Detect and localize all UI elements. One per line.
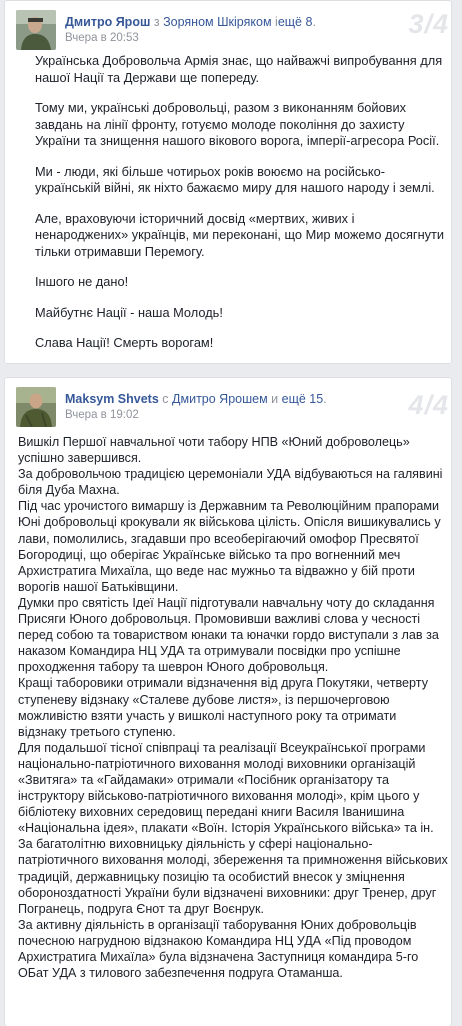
author-name[interactable]: Дмитро Ярош [65,15,150,29]
post-paragraph: За багатолітню виховницьку діяльність у … [18,837,448,916]
post-timestamp[interactable]: Вчера в 19:02 [65,409,139,421]
author-name[interactable]: Maksym Shvets [65,392,159,406]
post-header: Дмитро Ярош з Зоряном Шкiряком іещё 8. В… [5,1,451,50]
post-paragraph: За активну діяльність в організації табо… [18,917,419,981]
with-word: с [162,392,169,406]
post-paragraph: Ми - люди, які більше чотирьох років вою… [35,163,435,196]
tagged-others-link[interactable]: ещё 15 [282,392,324,406]
post-paragraph: Вишкіл Першої навчальної чоти табору НПВ… [18,435,410,466]
post-card: Дмитро Ярош з Зоряном Шкiряком іещё 8. В… [4,0,452,364]
post-card: Maksym Shvets с Дмитро Ярошем и ещё 15. … [4,377,452,1026]
post-paragraph: Але, враховуючи історичний досвід «мертв… [35,210,445,259]
page-counter-watermark: 3/4 [408,9,449,39]
post-paragraph: Українська Добровольча Армія знає, що на… [35,53,443,85]
page-counter-watermark: 4/4 [408,390,449,420]
post-header-line: Maksym Shvets с Дмитро Ярошем и ещё 15. [65,392,327,406]
tagged-person-link[interactable]: Зоряном Шкiряком [163,15,271,29]
post-text: Вишкіл Першої навчальної чоти табору НПВ… [18,434,448,981]
author-avatar[interactable] [16,10,56,50]
post-text: Українська Добровольча Армія знає, що на… [35,53,447,366]
with-word: з [153,15,160,29]
post-paragraph: Під час урочистого вимаршу із Державним … [18,499,441,594]
tagged-person-link[interactable]: Дмитро Ярошем [172,392,268,406]
post-paragraph: Майбутнє Нації - наша Молодь! [35,304,223,320]
post-paragraph: Кращі таборовики отримали відзначення ві… [18,676,428,739]
post-paragraph: Думки про святість Ідеї Нації підготувал… [18,595,439,675]
post-paragraph: Тому ми, українські добровольці, разом з… [35,100,440,148]
author-avatar[interactable] [16,387,56,427]
post-paragraph: Слава Нації! Смерть ворогам! [35,335,214,350]
tagged-others-link[interactable]: ещё 8 [278,15,313,29]
post-paragraph: Для подальшої тісної співпраці та реаліз… [18,740,434,836]
post-paragraph: Іншого не дано! [35,274,129,289]
post-header-line: Дмитро Ярош з Зоряном Шкiряком іещё 8. [65,15,316,29]
post-paragraph: За добровольчою традицією церемоніали УД… [18,467,443,498]
post-header: Maksym Shvets с Дмитро Ярошем и ещё 15. … [5,378,451,427]
post-timestamp[interactable]: Вчера в 20:53 [65,32,139,44]
and-word: и [271,392,279,406]
